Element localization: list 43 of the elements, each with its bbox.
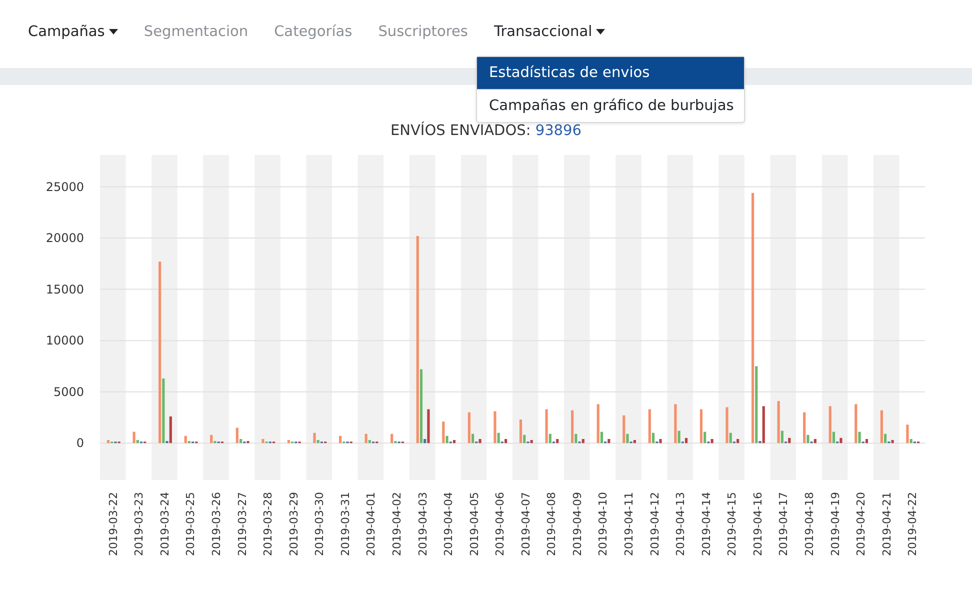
axis-label: 5000 [53,384,84,399]
axis-label: 2019-03-23 [132,492,146,556]
axis-label: 2019-04-14 [700,492,713,556]
axis-label: 2019-03-22 [106,492,120,556]
axis-label: 2019-04-16 [751,492,764,556]
axis-label: 15000 [46,282,84,296]
nav-link[interactable]: Transaccional [494,24,606,40]
axis-label: 2019-04-17 [777,492,790,556]
axis-label: 2019-04-21 [880,492,894,556]
axis-label: 10000 [46,334,84,348]
axis-label: 2019-03-24 [158,492,172,556]
axis-label: 2019-04-20 [854,492,868,556]
axis-label: 0 [76,436,84,450]
axis-label: 2019-04-06 [494,492,507,556]
axis-label: 2019-04-15 [726,492,739,556]
axis-label: 2019-04-05 [468,492,481,556]
axis-label: 2019-04-01 [364,492,378,556]
axis-label: 2019-04-03 [416,492,430,556]
axis-label: 2019-03-28 [262,492,275,556]
axis-label: 2019-03-27 [236,492,249,556]
menu-item[interactable]: Campañas en gráfico de burbujas [477,90,744,122]
axis-label: 2019-04-08 [545,492,558,556]
axis-label: 2019-04-11 [622,492,636,556]
axis-label: 2019-03-31 [338,492,352,556]
axis-label: 2019-04-19 [828,492,842,556]
axis-label: 2019-04-13 [674,492,688,556]
menu-item[interactable]: Estadísticas de envios [477,57,744,90]
nav-link[interactable]: Campañas [28,24,118,40]
axis-label: 2019-04-07 [519,492,532,556]
axis-label: 2019-03-30 [313,492,326,556]
axis-label: 2019-03-25 [184,492,198,556]
axis-label: 2019-04-09 [570,492,584,556]
axis-label: 2019-04-18 [802,492,816,556]
axis-label: 2019-04-22 [906,492,920,556]
axis-label: 2019-03-29 [287,492,300,556]
axis-label: 2019-03-26 [210,492,224,556]
axis-label: 2019-04-04 [442,492,456,556]
axis-label: 2019-04-12 [648,492,662,556]
axis-label: 2019-04-10 [596,492,610,556]
axis-label: 25000 [46,180,84,194]
axis-label: 20000 [46,231,84,246]
chart-title: ENVÍOS ENVIADOS: 93896 [390,123,582,139]
axis-label: 2019-04-02 [390,492,404,556]
